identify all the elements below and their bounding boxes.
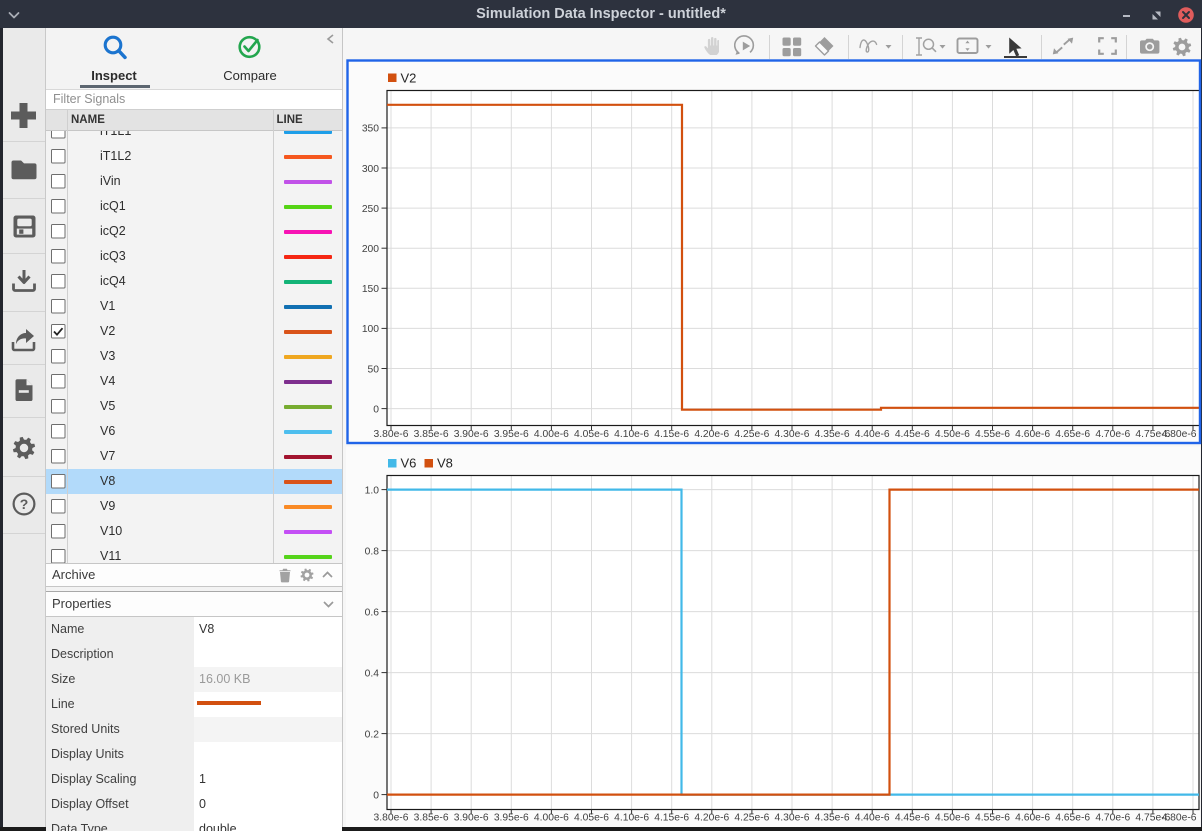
svg-text:4.60e-6: 4.60e-6 bbox=[1015, 429, 1050, 440]
svg-text:4.80e-6: 4.80e-6 bbox=[1162, 813, 1197, 824]
svg-text:4.70e-6: 4.70e-6 bbox=[1095, 813, 1130, 824]
svg-text:0.4: 0.4 bbox=[365, 668, 380, 679]
svg-text:0.6: 0.6 bbox=[365, 607, 380, 618]
svg-text:3.90e-6: 3.90e-6 bbox=[454, 813, 489, 824]
svg-text:0.8: 0.8 bbox=[365, 546, 380, 557]
svg-text:V8: V8 bbox=[437, 456, 453, 471]
svg-text:4.35e-6: 4.35e-6 bbox=[815, 429, 850, 440]
svg-text:4.65e-6: 4.65e-6 bbox=[1055, 429, 1090, 440]
svg-text:4.25e-6: 4.25e-6 bbox=[734, 813, 769, 824]
svg-text:3.80e-6: 3.80e-6 bbox=[374, 813, 409, 824]
svg-text:4.65e-6: 4.65e-6 bbox=[1055, 813, 1090, 824]
svg-text:350: 350 bbox=[362, 124, 379, 135]
svg-text:250: 250 bbox=[362, 204, 379, 215]
svg-text:4.05e-6: 4.05e-6 bbox=[574, 429, 609, 440]
svg-text:4.30e-6: 4.30e-6 bbox=[775, 813, 810, 824]
svg-text:4.20e-6: 4.20e-6 bbox=[694, 813, 729, 824]
svg-text:4.15e-6: 4.15e-6 bbox=[654, 813, 689, 824]
svg-text:200: 200 bbox=[362, 244, 379, 255]
svg-text:4.45e-6: 4.45e-6 bbox=[895, 429, 930, 440]
svg-text:4.00e-6: 4.00e-6 bbox=[534, 813, 569, 824]
svg-text:4.10e-6: 4.10e-6 bbox=[614, 813, 649, 824]
svg-text:4.70e-6: 4.70e-6 bbox=[1095, 429, 1130, 440]
svg-text:3.85e-6: 3.85e-6 bbox=[414, 429, 449, 440]
svg-text:300: 300 bbox=[362, 164, 379, 175]
svg-text:3.85e-6: 3.85e-6 bbox=[414, 813, 449, 824]
svg-text:0: 0 bbox=[373, 790, 379, 801]
svg-text:4.00e-6: 4.00e-6 bbox=[534, 429, 569, 440]
svg-text:V6: V6 bbox=[401, 456, 417, 471]
svg-text:4.40e-6: 4.40e-6 bbox=[855, 813, 890, 824]
svg-text:4.50e-6: 4.50e-6 bbox=[935, 813, 970, 824]
svg-text:4.80e-6: 4.80e-6 bbox=[1162, 429, 1197, 440]
svg-text:4.40e-6: 4.40e-6 bbox=[855, 429, 890, 440]
svg-text:3.95e-6: 3.95e-6 bbox=[494, 429, 529, 440]
svg-text:1.0: 1.0 bbox=[365, 485, 380, 496]
svg-text:4.25e-6: 4.25e-6 bbox=[734, 429, 769, 440]
svg-text:0.2: 0.2 bbox=[365, 729, 380, 740]
svg-text:4.55e-6: 4.55e-6 bbox=[975, 429, 1010, 440]
svg-text:3.95e-6: 3.95e-6 bbox=[494, 813, 529, 824]
svg-text:V2: V2 bbox=[401, 71, 417, 86]
svg-text:4.50e-6: 4.50e-6 bbox=[935, 429, 970, 440]
svg-text:3.80e-6: 3.80e-6 bbox=[374, 429, 409, 440]
svg-text:4.20e-6: 4.20e-6 bbox=[694, 429, 729, 440]
svg-text:4.10e-6: 4.10e-6 bbox=[614, 429, 649, 440]
svg-text:3.90e-6: 3.90e-6 bbox=[454, 429, 489, 440]
svg-text:4.15e-6: 4.15e-6 bbox=[654, 429, 689, 440]
svg-text:4.45e-6: 4.45e-6 bbox=[895, 813, 930, 824]
svg-text:0: 0 bbox=[373, 404, 379, 415]
svg-text:4.30e-6: 4.30e-6 bbox=[775, 429, 810, 440]
svg-text:150: 150 bbox=[362, 284, 379, 295]
svg-text:4.60e-6: 4.60e-6 bbox=[1015, 813, 1050, 824]
svg-text:4.55e-6: 4.55e-6 bbox=[975, 813, 1010, 824]
svg-text:50: 50 bbox=[368, 364, 380, 375]
svg-text:4.35e-6: 4.35e-6 bbox=[815, 813, 850, 824]
svg-text:100: 100 bbox=[362, 324, 379, 335]
svg-text:4.05e-6: 4.05e-6 bbox=[574, 813, 609, 824]
